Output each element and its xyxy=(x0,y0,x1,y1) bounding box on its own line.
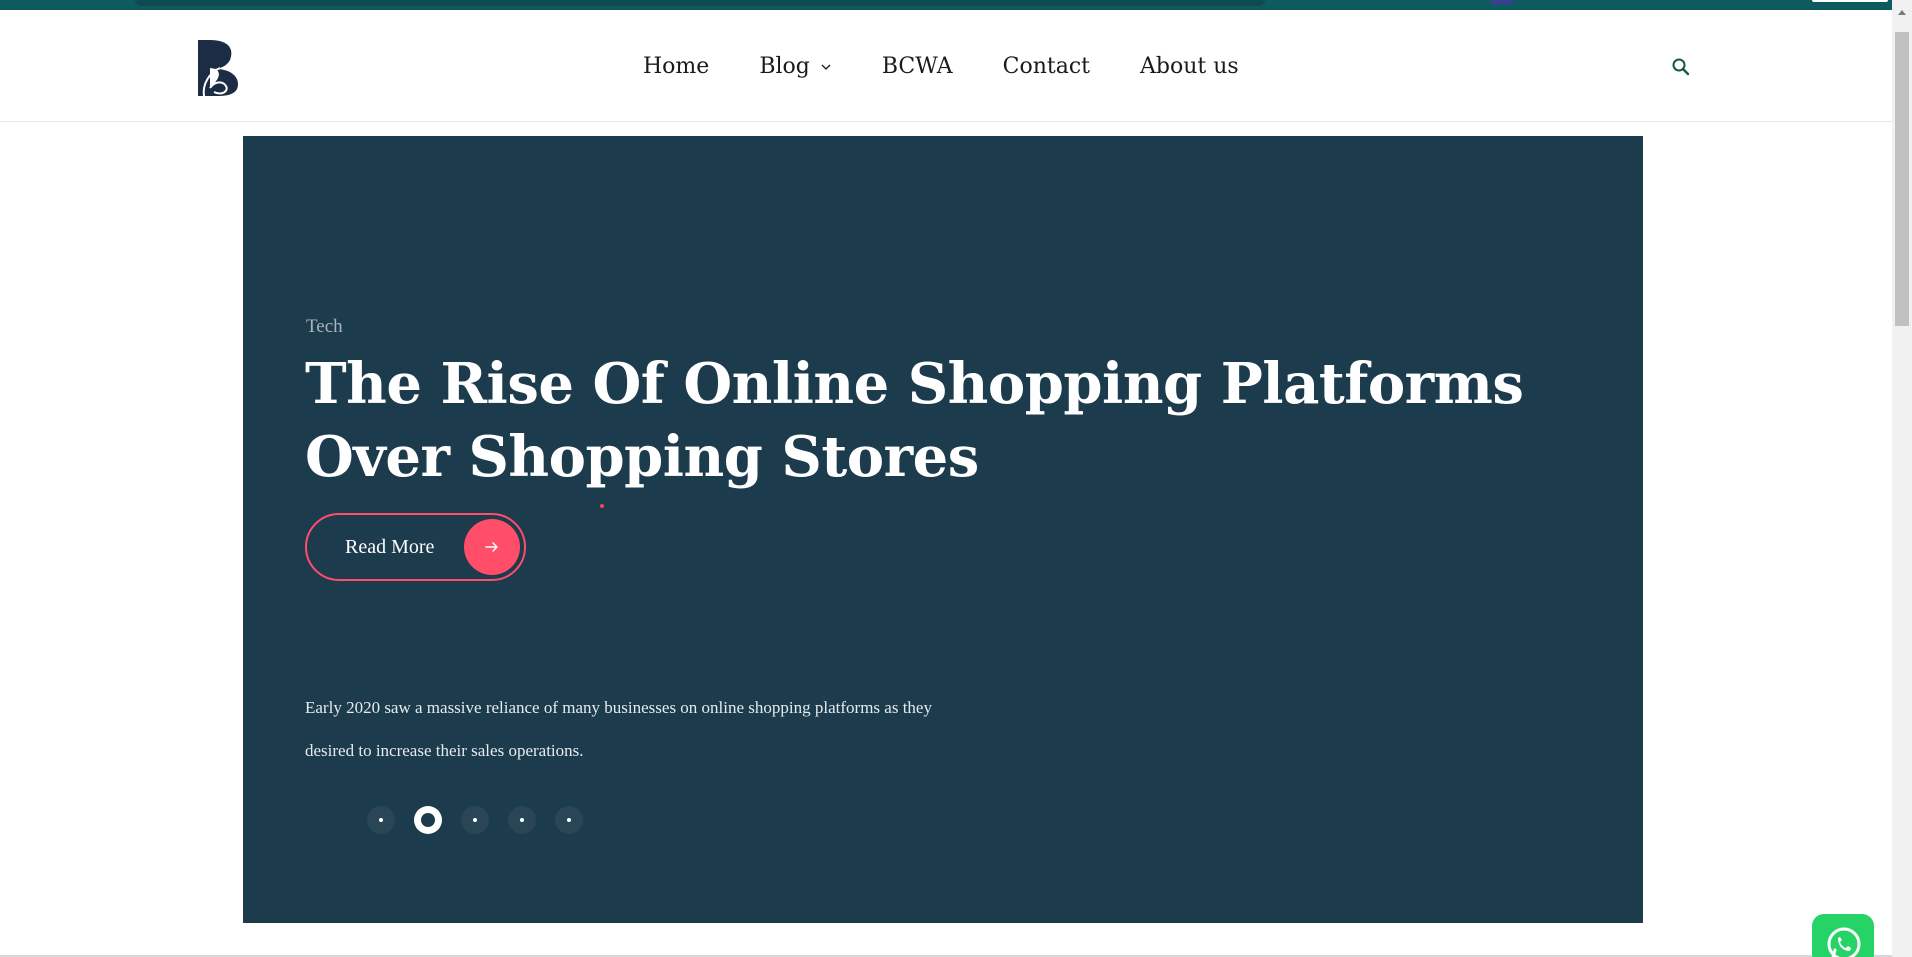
hero-excerpt: Early 2020 saw a massive reliance of man… xyxy=(305,698,932,760)
nav-home[interactable]: Home xyxy=(643,54,709,79)
top-bar-chip xyxy=(1812,0,1888,2)
nav-contact-label: Contact xyxy=(1002,54,1091,79)
page-scrollbar[interactable] xyxy=(1892,0,1912,957)
whatsapp-icon xyxy=(1827,927,1861,957)
hero-title[interactable]: The Rise Of Online Shopping Platforms Ov… xyxy=(305,348,1585,494)
site-header: Home Blog BCWA Contact About us xyxy=(0,10,1892,122)
hero-slider: Tech The Rise Of Online Shopping Platfor… xyxy=(243,136,1643,923)
search-icon xyxy=(1672,58,1690,76)
slider-dot-1[interactable] xyxy=(367,806,395,834)
slider-dot-2-active[interactable] xyxy=(414,806,442,834)
slider-pagination xyxy=(367,806,583,834)
slider-dot-5[interactable] xyxy=(555,806,583,834)
nav-about-us[interactable]: About us xyxy=(1140,54,1239,79)
nav-blog[interactable]: Blog xyxy=(759,54,832,79)
decorative-dot xyxy=(600,504,604,508)
main-nav: Home Blog BCWA Contact About us xyxy=(643,54,1289,79)
scrollbar-thumb[interactable] xyxy=(1895,32,1909,326)
slider-dot-3[interactable] xyxy=(461,806,489,834)
nav-bcwa-label: BCWA xyxy=(881,54,953,79)
scroll-up-arrow-icon[interactable] xyxy=(1898,10,1906,15)
slider-dot-3-inner xyxy=(473,818,477,822)
top-bar-pill xyxy=(135,0,1265,6)
site-logo[interactable] xyxy=(196,38,240,98)
top-bar xyxy=(0,0,1892,10)
slider-dot-2-inner xyxy=(421,813,435,827)
nav-blog-label: Blog xyxy=(759,54,810,79)
chevron-down-icon xyxy=(821,64,831,70)
arrow-right-icon xyxy=(485,542,498,552)
top-bar-dot xyxy=(1490,0,1514,4)
search-button[interactable] xyxy=(1670,56,1692,78)
slider-dot-5-inner xyxy=(567,818,571,822)
read-more-arrow-circle xyxy=(464,519,520,575)
read-more-label: Read More xyxy=(345,535,435,558)
whatsapp-chat-button[interactable] xyxy=(1812,914,1874,957)
nav-home-label: Home xyxy=(643,54,710,79)
slider-dot-1-inner xyxy=(379,818,383,822)
slider-dot-4[interactable] xyxy=(508,806,536,834)
hero-category-link[interactable]: Tech xyxy=(306,316,343,338)
slider-dot-4-inner xyxy=(520,818,524,822)
b-monogram-logo-icon xyxy=(198,40,238,97)
nav-about-label: About us xyxy=(1140,54,1239,79)
read-more-button[interactable]: Read More xyxy=(305,513,526,581)
nav-contact[interactable]: Contact xyxy=(1003,54,1090,79)
nav-bcwa[interactable]: BCWA xyxy=(882,54,953,79)
